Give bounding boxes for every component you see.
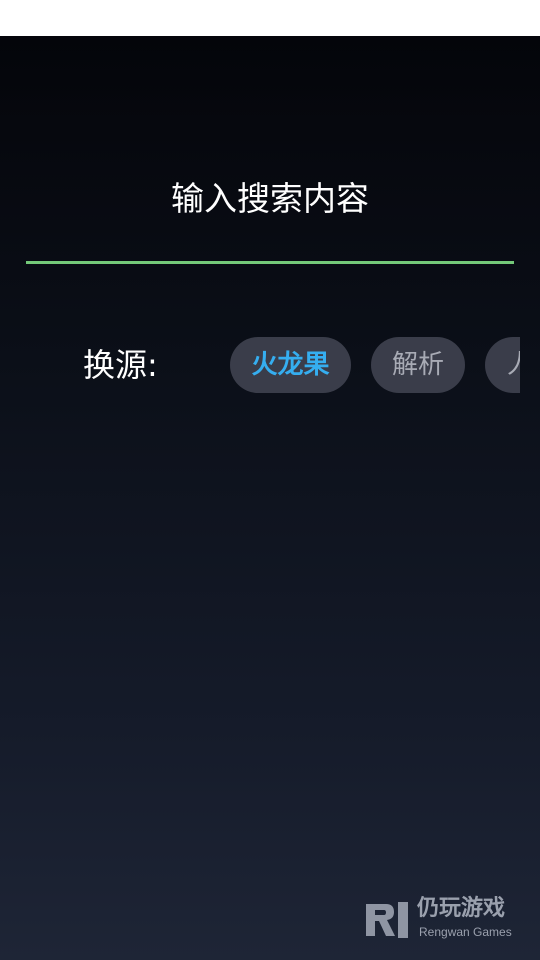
source-chip-huolongguo[interactable]: 火龙果	[230, 337, 351, 393]
search-input[interactable]	[26, 136, 514, 264]
source-switch-row: 换源: 火龙果 解析 人	[0, 336, 520, 394]
rengwan-logo-icon	[366, 902, 408, 938]
source-switch-label: 换源:	[83, 346, 158, 384]
watermark: 仍玩游戏 Rengwan Games	[364, 896, 524, 946]
search-screen: 换源: 火龙果 解析 人 仍玩游戏 Rengwan Games	[0, 36, 540, 960]
source-chip-jiexi[interactable]: 解析	[371, 337, 465, 393]
watermark-subtitle: Rengwan Games	[419, 925, 512, 939]
status-bar	[0, 0, 540, 36]
watermark-title: 仍玩游戏	[417, 896, 506, 921]
source-chip-partial[interactable]: 人	[485, 337, 520, 393]
